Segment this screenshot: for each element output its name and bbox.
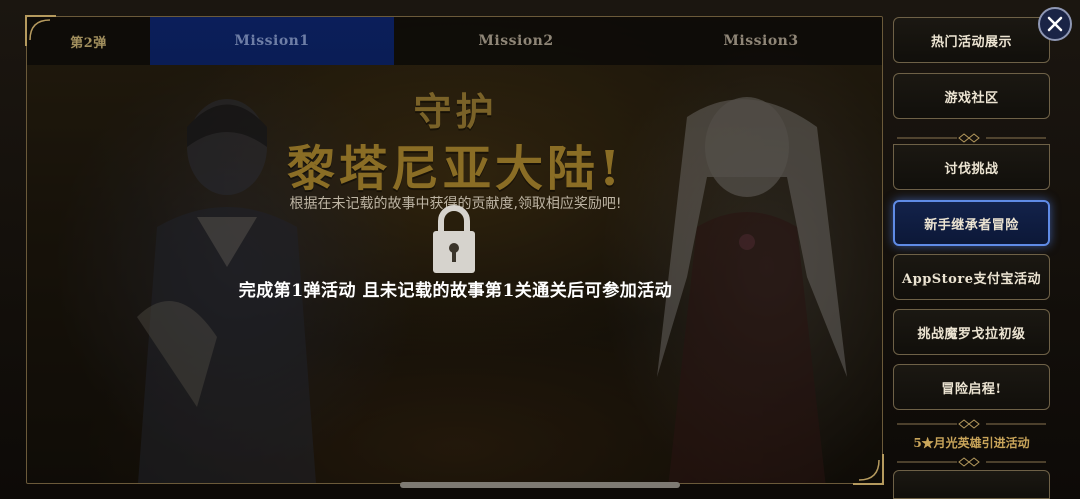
sidebar-item-label: 热门活动展示 [930, 34, 1012, 50]
ornament-divider-icon [897, 419, 1046, 429]
sidebar-section-moonlight-hero: 5★月光英雄引进活动 [913, 436, 1030, 450]
ornament-corner-icon [853, 454, 884, 485]
game-event-screen: 第2弹 Mission1 Mission2 Mission3 守护 黎塔尼亚大陆… [0, 0, 1080, 499]
event-panel: 第2弹 Mission1 Mission2 Mission3 守护 黎塔尼亚大陆… [26, 16, 883, 484]
sidebar-item-partial[interactable] [893, 470, 1050, 499]
ornament-divider-icon [897, 457, 1046, 467]
tab-mission1[interactable]: Mission1 [150, 17, 394, 65]
sidebar-item-newbie-adventure[interactable]: 新手继承者冒险 [893, 200, 1050, 246]
close-button[interactable] [1038, 7, 1072, 41]
sidebar-item-label: AppStore支付宝活动 [902, 271, 1041, 287]
tab-mission2[interactable]: Mission2 [394, 17, 638, 65]
event-sidebar: 热门活动展示 游戏社区 讨伐挑战 新手继承者冒险 AppStore支付宝活动 挑… [893, 16, 1051, 499]
close-icon [1047, 16, 1063, 32]
banner-title-line2: 黎塔尼亚大陆! [286, 141, 625, 197]
sidebar-item-label: 新手继承者冒险 [924, 217, 1019, 233]
sidebar-item-label: 冒险启程! [941, 381, 1002, 397]
lock-requirement-message: 完成第1弹活动 且未记载的故事第1关通关后可参加活动 [238, 281, 673, 301]
sidebar-item-adventure-start[interactable]: 冒险启程! [893, 364, 1050, 410]
padlock-icon [433, 205, 475, 273]
ornament-divider-icon [897, 133, 1046, 143]
sidebar-item-community[interactable]: 游戏社区 [893, 73, 1050, 119]
sidebar-item-label: 挑战魔罗戈拉初级 [917, 326, 1026, 342]
ornament-corner-icon [25, 15, 56, 46]
sidebar-item-morogora-challenge[interactable]: 挑战魔罗戈拉初级 [893, 309, 1050, 355]
sidebar-item-hot-events[interactable]: 热门活动展示 [893, 17, 1050, 63]
sidebar-item-label: 游戏社区 [944, 90, 999, 106]
sidebar-item-appstore-alipay[interactable]: AppStore支付宝活动 [893, 254, 1050, 300]
mission-tab-bar: 第2弹 Mission1 Mission2 Mission3 [27, 17, 882, 65]
banner-title-line1: 守护 [413, 89, 498, 134]
tab-mission3[interactable]: Mission3 [638, 17, 882, 65]
sidebar-item-label: 讨伐挑战 [944, 161, 999, 177]
home-indicator-bar [400, 482, 680, 488]
sidebar-item-subjugation[interactable]: 讨伐挑战 [893, 144, 1050, 190]
